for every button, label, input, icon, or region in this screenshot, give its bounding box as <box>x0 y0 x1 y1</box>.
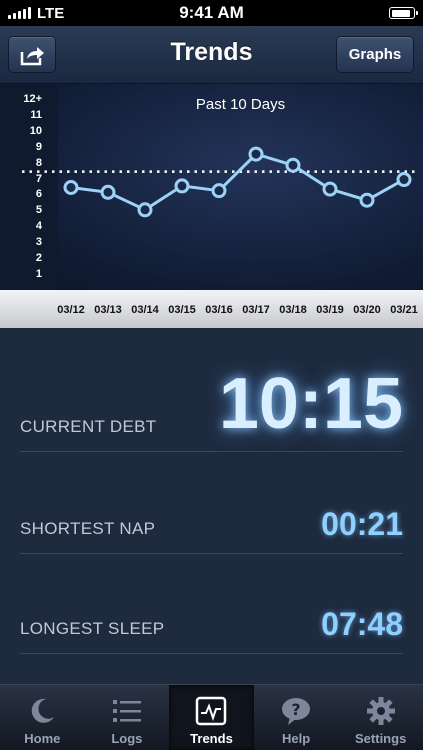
navigation-bar: Trends Graphs <box>0 26 423 84</box>
shortest-nap-row: SHORTEST NAP 00:21 <box>20 452 403 554</box>
stats-panel: CURRENT DEBT 10:15 SHORTEST NAP 00:21 LO… <box>0 328 423 684</box>
carrier-info: LTE <box>8 5 64 22</box>
tab-bar: Home Logs Trends ? Help Settings <box>0 684 423 750</box>
graphs-button[interactable]: Graphs <box>336 36 414 73</box>
data-point <box>174 178 190 194</box>
tab-logs-label: Logs <box>111 731 143 746</box>
signal-strength-icon <box>8 7 31 19</box>
current-debt-value: 10:15 <box>218 364 403 444</box>
battery-icon <box>389 7 418 19</box>
tab-settings[interactable]: Settings <box>338 685 423 750</box>
x-tick-label: 03/14 <box>131 304 159 316</box>
x-tick-label: 03/15 <box>168 304 196 316</box>
data-point <box>359 192 375 208</box>
data-point <box>211 183 227 199</box>
x-tick-label: 03/16 <box>205 304 233 316</box>
current-debt-label: CURRENT DEBT <box>20 417 157 436</box>
list-icon <box>110 695 144 727</box>
tab-settings-label: Settings <box>355 731 407 746</box>
x-tick-label: 03/17 <box>242 304 270 316</box>
data-point <box>248 146 264 162</box>
data-point <box>396 172 412 188</box>
data-point <box>137 202 153 218</box>
tab-trends[interactable]: Trends <box>169 685 254 750</box>
x-tick-label: 03/21 <box>390 304 418 316</box>
data-point <box>63 180 79 195</box>
shortest-nap-value: 00:21 <box>321 506 403 542</box>
trend-chart-icon <box>194 695 228 727</box>
carrier-label: LTE <box>37 4 65 22</box>
longest-sleep-row: LONGEST SLEEP 07:48 <box>20 554 403 654</box>
tab-home-label: Home <box>24 731 61 746</box>
longest-sleep-label: LONGEST SLEEP <box>20 619 165 638</box>
x-tick-label: 03/19 <box>316 304 344 316</box>
tab-home[interactable]: Home <box>0 685 85 750</box>
chart-plot <box>22 146 418 218</box>
x-axis: 03/12 03/13 03/14 03/15 03/16 03/17 03/18 03/19… <box>0 290 423 328</box>
series-line <box>70 152 405 212</box>
tab-help-label: Help <box>281 731 311 746</box>
x-tick-label: 03/18 <box>279 304 307 316</box>
data-point <box>322 181 338 197</box>
shortest-nap-label: SHORTEST NAP <box>20 519 156 538</box>
longest-sleep-value: 07:48 <box>321 606 403 642</box>
x-tick-label: 03/20 <box>353 304 381 316</box>
status-bar: LTE 9:41 AM <box>0 0 423 26</box>
moon-icon <box>25 695 59 727</box>
x-tick-label: 03/12 <box>57 304 85 316</box>
svg-text:?: ? <box>291 700 300 719</box>
current-debt-row: CURRENT DEBT 10:15 <box>20 328 403 452</box>
gear-icon <box>364 695 398 727</box>
data-point <box>285 157 301 173</box>
tab-trends-label: Trends <box>190 731 233 746</box>
tab-logs[interactable]: Logs <box>85 685 170 750</box>
trend-chart: 1 2 3 4 5 6 7 8 9 10 11 12+ Past 10 Days <box>0 84 423 290</box>
x-tick-label: 03/13 <box>94 304 122 316</box>
data-point <box>100 184 116 200</box>
tab-help[interactable]: ? Help <box>254 685 339 750</box>
help-bubble-icon: ? <box>279 695 313 727</box>
